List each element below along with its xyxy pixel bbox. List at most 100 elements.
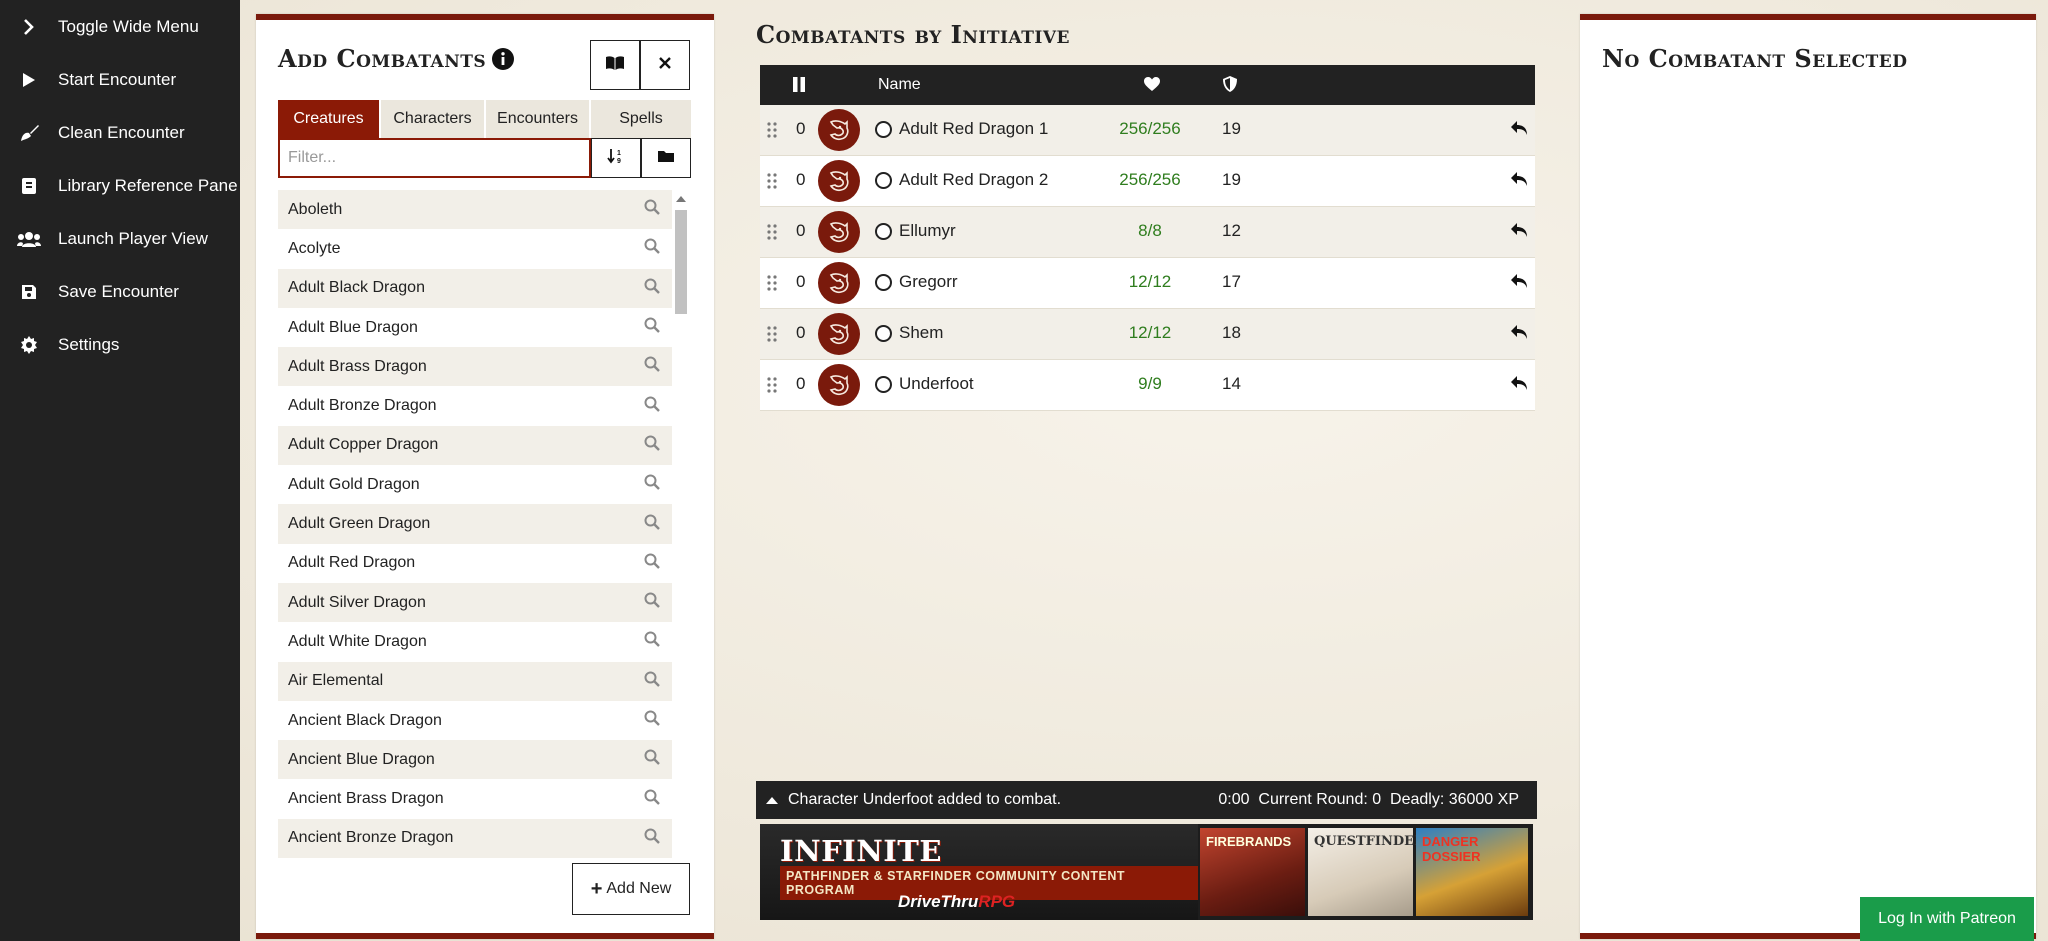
initiative-value[interactable]: 0 (796, 272, 805, 292)
tab-characters[interactable]: Characters (381, 100, 484, 138)
filter-input[interactable] (278, 138, 591, 178)
scroll-up-arrow[interactable] (676, 196, 686, 202)
initiative-value[interactable]: 0 (796, 221, 805, 241)
creature-list-item[interactable]: Adult Black Dragon (278, 268, 672, 308)
combatant-hp[interactable]: 256/256 (1110, 170, 1190, 190)
reply-arrow-icon[interactable] (1510, 324, 1528, 345)
initiative-value[interactable]: 0 (796, 170, 805, 190)
start-encounter-button[interactable]: Start Encounter (0, 53, 240, 106)
combatant-token-icon[interactable] (818, 160, 860, 202)
search-icon[interactable] (644, 356, 660, 377)
drag-handle-icon[interactable] (766, 121, 780, 139)
combatant-name[interactable]: Underfoot (899, 374, 974, 394)
creature-list-item[interactable]: Adult Brass Dragon (278, 347, 672, 387)
creature-list-item[interactable]: Adult White Dragon (278, 622, 672, 662)
search-icon[interactable] (644, 199, 660, 220)
creature-list-item[interactable]: Adult Silver Dragon (278, 582, 672, 623)
combatant-name[interactable]: Adult Red Dragon 1 (899, 119, 1048, 139)
add-new-button[interactable]: + Add New (572, 863, 690, 915)
combatant-name[interactable]: Ellumyr (899, 221, 956, 241)
combatant-hp[interactable]: 9/9 (1110, 374, 1190, 394)
select-radio[interactable] (875, 325, 892, 342)
tab-creatures[interactable]: Creatures (278, 100, 379, 138)
info-icon[interactable] (492, 47, 515, 70)
search-icon[interactable] (644, 396, 660, 417)
sort-button[interactable]: 19 (591, 138, 641, 178)
creature-list-item[interactable]: Acolyte (278, 229, 672, 269)
tab-spells[interactable]: Spells (591, 100, 691, 138)
toggle-wide-menu-button[interactable]: Toggle Wide Menu (0, 0, 240, 53)
reply-arrow-icon[interactable] (1510, 375, 1528, 396)
select-radio[interactable] (875, 223, 892, 240)
combatant-name[interactable]: Adult Red Dragon 2 (899, 170, 1048, 190)
select-radio[interactable] (875, 376, 892, 393)
search-icon[interactable] (644, 474, 660, 495)
combatant-hp[interactable]: 12/12 (1110, 323, 1190, 343)
select-radio[interactable] (875, 274, 892, 291)
initiative-value[interactable]: 0 (796, 374, 805, 394)
combatant-row[interactable]: 0 Ellumyr 8/8 12 (760, 207, 1535, 258)
launch-player-view-button[interactable]: Launch Player View (0, 212, 240, 265)
creature-list-item[interactable]: Adult Copper Dragon (278, 425, 672, 466)
reply-arrow-icon[interactable] (1510, 171, 1528, 192)
select-radio[interactable] (875, 121, 892, 138)
reply-arrow-icon[interactable] (1510, 273, 1528, 294)
search-icon[interactable] (644, 278, 660, 299)
creature-list-item[interactable]: Ancient Blue Dragon (278, 740, 672, 780)
combatant-row[interactable]: 0 Adult Red Dragon 1 256/256 19 (760, 105, 1535, 156)
caret-up-icon[interactable] (766, 796, 778, 804)
tab-encounters[interactable]: Encounters (486, 100, 589, 138)
pause-icon[interactable] (792, 76, 806, 98)
creature-list-item[interactable]: Ancient Brass Dragon (278, 779, 672, 819)
creature-list-item[interactable]: Adult Red Dragon (278, 543, 672, 583)
combatant-row[interactable]: 0 Underfoot 9/9 14 (760, 360, 1535, 411)
search-icon[interactable] (644, 514, 660, 535)
combatant-token-icon[interactable] (818, 262, 860, 304)
drag-handle-icon[interactable] (766, 223, 780, 241)
heart-icon[interactable] (1143, 76, 1161, 97)
combatant-hp[interactable]: 256/256 (1110, 119, 1190, 139)
folder-button[interactable] (641, 138, 691, 178)
search-icon[interactable] (644, 435, 660, 456)
creature-list-item[interactable]: Adult Gold Dragon (278, 465, 672, 505)
drag-handle-icon[interactable] (766, 325, 780, 343)
search-icon[interactable] (644, 592, 660, 613)
initiative-value[interactable]: 0 (796, 323, 805, 343)
search-icon[interactable] (644, 631, 660, 652)
shield-icon[interactable] (1222, 75, 1238, 98)
search-icon[interactable] (644, 553, 660, 574)
settings-button[interactable]: Settings (0, 318, 240, 371)
save-encounter-button[interactable]: Save Encounter (0, 265, 240, 318)
search-icon[interactable] (644, 710, 660, 731)
combatant-name[interactable]: Shem (899, 323, 943, 343)
drag-handle-icon[interactable] (766, 172, 780, 190)
search-icon[interactable] (644, 749, 660, 770)
search-icon[interactable] (644, 317, 660, 338)
patreon-login-button[interactable]: Log In with Patreon (1860, 897, 2034, 941)
creature-list-item[interactable]: Adult Blue Dragon (278, 307, 672, 348)
creature-list-item[interactable]: Adult Green Dragon (278, 504, 672, 544)
combatant-hp[interactable]: 12/12 (1110, 272, 1190, 292)
combatant-row[interactable]: 0 Adult Red Dragon 2 256/256 19 (760, 156, 1535, 207)
search-icon[interactable] (644, 828, 660, 849)
select-radio[interactable] (875, 172, 892, 189)
open-library-button[interactable] (590, 40, 640, 90)
search-icon[interactable] (644, 789, 660, 810)
combatant-row[interactable]: 0 Gregorr 12/12 17 (760, 258, 1535, 309)
creature-list-item[interactable]: Air Elemental (278, 661, 672, 701)
name-column-header[interactable]: Name (878, 76, 921, 94)
combatant-token-icon[interactable] (818, 211, 860, 253)
reply-arrow-icon[interactable] (1510, 222, 1528, 243)
search-icon[interactable] (644, 238, 660, 259)
combatant-token-icon[interactable] (818, 109, 860, 151)
creature-list-item[interactable]: Aboleth (278, 190, 672, 230)
combatant-token-icon[interactable] (818, 313, 860, 355)
combatant-token-icon[interactable] (818, 364, 860, 406)
creature-list-item[interactable]: Ancient Bronze Dragon (278, 818, 672, 859)
combatant-name[interactable]: Gregorr (899, 272, 958, 292)
drag-handle-icon[interactable] (766, 274, 780, 292)
combatant-hp[interactable]: 8/8 (1110, 221, 1190, 241)
reply-arrow-icon[interactable] (1510, 120, 1528, 141)
creature-list-scrollbar[interactable] (672, 190, 690, 872)
clean-encounter-button[interactable]: Clean Encounter (0, 106, 240, 159)
